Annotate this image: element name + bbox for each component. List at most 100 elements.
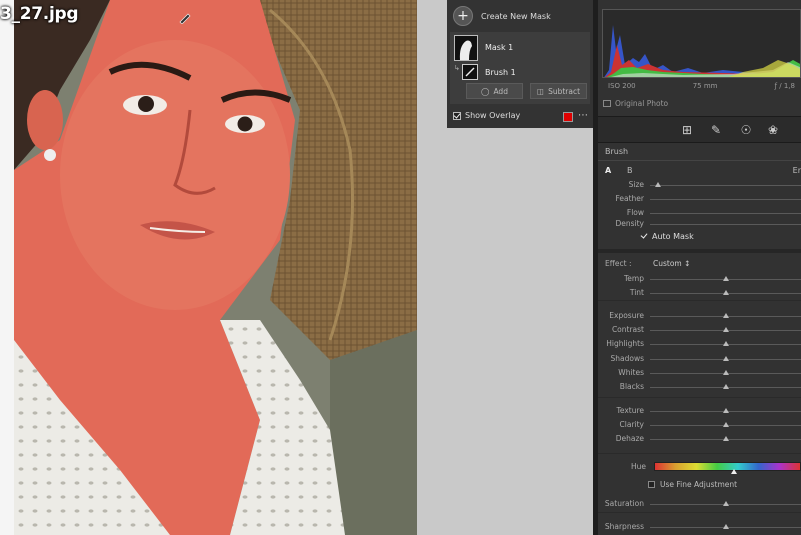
- effect-slider-exposure[interactable]: Exposure: [598, 310, 801, 322]
- effect-slider-temp[interactable]: Temp: [598, 273, 801, 285]
- original-photo-toggle[interactable]: Original Photo: [603, 99, 668, 108]
- show-overlay-toggle[interactable]: Show Overlay: [453, 111, 520, 120]
- slider-label: Whites: [618, 368, 644, 377]
- auto-mask-toggle[interactable]: Auto Mask: [641, 232, 694, 241]
- slider-knob[interactable]: [722, 370, 729, 375]
- masking-icon[interactable]: ❀: [766, 123, 780, 137]
- slider-track[interactable]: [650, 224, 801, 225]
- effect-label: Effect :: [605, 259, 632, 268]
- section-separator: [598, 300, 801, 301]
- effect-preset-dropdown[interactable]: Custom ↕: [653, 259, 690, 268]
- subtract-button[interactable]: ◫ Subtract: [530, 83, 587, 99]
- slider-knob[interactable]: [722, 327, 729, 332]
- brush-section-title: Brush: [605, 147, 629, 156]
- effect-slider-highlights[interactable]: Highlights: [598, 338, 801, 350]
- canvas-gap: [417, 0, 447, 535]
- slider-label: Flow: [626, 208, 644, 217]
- brush-thumbnail[interactable]: [462, 64, 478, 80]
- brush-tab-erase[interactable]: Er: [793, 166, 801, 175]
- slider-knob[interactable]: [722, 436, 729, 441]
- slider-knob[interactable]: [722, 276, 729, 281]
- auto-mask-label: Auto Mask: [652, 232, 694, 241]
- slider-knob[interactable]: [722, 313, 729, 318]
- effect-slider-blacks[interactable]: Blacks: [598, 381, 801, 393]
- effect-slider-texture[interactable]: Texture: [598, 405, 801, 417]
- plus-icon[interactable]: +: [453, 6, 473, 26]
- slider-label: Density: [615, 219, 644, 228]
- effect-slider-tint[interactable]: Tint: [598, 287, 801, 299]
- aperture-value: ƒ / 1,8: [774, 82, 795, 90]
- add-mask-icon: ◯: [481, 86, 490, 96]
- slider-knob[interactable]: [722, 422, 729, 427]
- brush-tab-b[interactable]: B: [627, 166, 633, 175]
- effect-slider-saturation[interactable]: Saturation: [598, 498, 801, 510]
- heal-icon[interactable]: ✎: [709, 123, 723, 137]
- slider-label: Highlights: [606, 339, 644, 348]
- add-button[interactable]: ◯ Add: [466, 83, 523, 99]
- effect-slider-shadows[interactable]: Shadows: [598, 353, 801, 365]
- slider-knob[interactable]: [722, 290, 729, 295]
- mask-item[interactable]: Mask 1 ↳ Brush 1 ◯ Add ◫ Subtract: [450, 32, 590, 104]
- subtract-mask-icon: ◫: [536, 86, 545, 96]
- slider-label: Size: [628, 180, 644, 189]
- brush-cursor-icon: [179, 13, 191, 24]
- slider-label: Exposure: [609, 311, 644, 320]
- histogram-info: ISO 200 75 mm ƒ / 1,8: [602, 82, 801, 90]
- show-overlay-checkbox[interactable]: [453, 111, 461, 120]
- slider-track[interactable]: [650, 199, 801, 200]
- focal-length-value: 75 mm: [692, 82, 718, 90]
- subitem-arrow-icon: ↳: [454, 64, 460, 72]
- effect-slider-dehaze[interactable]: Dehaze: [598, 433, 801, 445]
- slider-label: Temp: [624, 274, 644, 283]
- iso-value: ISO 200: [608, 82, 636, 90]
- hue-slider[interactable]: [654, 462, 801, 471]
- slider-label: Sharpness: [604, 522, 644, 531]
- auto-mask-checkbox[interactable]: [641, 233, 649, 241]
- slider-track[interactable]: [650, 213, 801, 214]
- slider-label: Feather: [615, 194, 644, 203]
- effect-slider-contrast[interactable]: Contrast: [598, 324, 801, 336]
- hue-label: Hue: [630, 462, 646, 471]
- slider-knob[interactable]: [722, 341, 729, 346]
- slider-knob[interactable]: [654, 182, 661, 187]
- mask-name-label[interactable]: Mask 1: [485, 43, 513, 52]
- photo-canvas[interactable]: 3_27.jpg: [0, 0, 417, 535]
- section-separator: [598, 397, 801, 398]
- section-separator: [598, 512, 801, 513]
- effect-slider-clarity[interactable]: Clarity: [598, 419, 801, 431]
- slider-knob[interactable]: [722, 356, 729, 361]
- fine-adjustment-checkbox[interactable]: [648, 481, 655, 488]
- brush-slider-size[interactable]: Size: [598, 179, 801, 191]
- file-name-label: 3_27.jpg: [0, 4, 79, 24]
- slider-label: Saturation: [604, 499, 644, 508]
- hue-slider-knob[interactable]: [731, 469, 737, 474]
- slider-label: Shadows: [610, 354, 644, 363]
- red-eye-icon[interactable]: ☉: [739, 123, 753, 137]
- original-photo-label: Original Photo: [615, 99, 669, 108]
- overlay-color-swatch[interactable]: [563, 112, 573, 122]
- effect-slider-whites[interactable]: Whites: [598, 367, 801, 379]
- histogram[interactable]: [602, 9, 801, 78]
- crop-icon[interactable]: ⊞: [680, 123, 694, 137]
- create-new-mask-row[interactable]: + Create New Mask: [453, 6, 551, 26]
- slider-knob[interactable]: [722, 408, 729, 413]
- section-separator: [598, 453, 801, 454]
- more-options-icon[interactable]: ⋯: [578, 110, 588, 121]
- brush-slider-feather[interactable]: Feather: [598, 193, 801, 205]
- develop-panel: ISO 200 75 mm ƒ / 1,8 Original Photo ⊞ ✎…: [598, 0, 801, 535]
- slider-knob[interactable]: [722, 384, 729, 389]
- show-overlay-label: Show Overlay: [465, 111, 521, 120]
- slider-knob[interactable]: [722, 524, 729, 529]
- brush-tab-a[interactable]: A: [605, 166, 611, 175]
- slider-label: Blacks: [619, 382, 644, 391]
- mask-thumbnail[interactable]: [454, 35, 478, 61]
- mask-panel: + Create New Mask Mask 1 ↳ Brush 1 ◯ Add…: [447, 0, 593, 128]
- slider-knob[interactable]: [722, 501, 729, 506]
- fine-adjustment-toggle[interactable]: Use Fine Adjustment: [648, 480, 737, 489]
- brush-name-label[interactable]: Brush 1: [485, 68, 516, 77]
- brush-slider-density[interactable]: Density: [598, 218, 801, 230]
- slider-track[interactable]: [650, 185, 801, 186]
- effect-slider-sharpness[interactable]: Sharpness: [598, 521, 801, 533]
- portrait-image: [0, 0, 417, 535]
- slider-label: Contrast: [611, 325, 644, 334]
